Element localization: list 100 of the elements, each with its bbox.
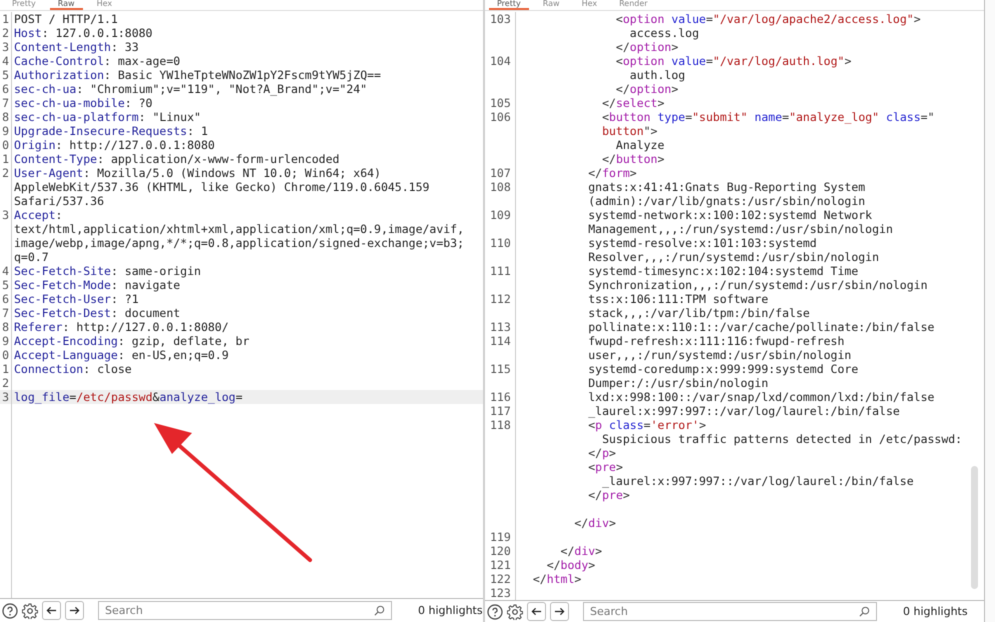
code-line: sec-ch-ua-mobile: ?0 [13,96,152,110]
code-line: Synchronization,,,:/run/systemd:/usr/sbin/nologin [587,278,928,292]
code-line: </option> [614,82,678,96]
line-number: 108 [490,180,511,194]
line-number: 3 [2,390,9,404]
line-number: 104 [490,54,511,68]
scrollbar-thumb[interactable] [971,466,978,589]
settings-icon[interactable] [507,604,523,620]
code-line: log_file=/etc/passwd&analyze_log= [13,390,243,404]
search-field[interactable]: Search [583,602,877,621]
tab[interactable]: Pretty [489,0,529,10]
code-line: Accept: [13,208,62,222]
tab[interactable]: Render [611,0,656,10]
help-icon[interactable] [487,604,503,620]
code-line: text/html,application/xhtml+xml,application/xml;q=0.9,image/avif, [13,222,464,236]
tab[interactable]: Pretty [4,0,44,10]
line-number: 120 [490,544,511,558]
tab[interactable]: Hex [574,0,606,10]
code-line: Sec-Fetch-Mode: navigate [13,278,180,292]
line-number: 1 [2,152,9,166]
code-line: Sec-Fetch-User: ?1 [13,292,139,306]
forward-button[interactable] [550,602,569,621]
code-line: Analyze [614,138,664,152]
forward-button[interactable] [65,601,84,620]
left-arrow-icon [46,605,57,616]
line-number: 4 [2,264,9,278]
line-number: 112 [490,292,511,306]
line-number: 111 [490,264,511,278]
line-number: 0 [2,348,9,362]
line-number: 106 [490,110,511,124]
line-number: 3 [2,208,9,222]
tab[interactable]: Hex [88,0,120,10]
line-number: 1 [2,362,9,376]
settings-icon[interactable] [22,602,38,618]
line-number: 0 [2,138,9,152]
code-line: Resolver,,,:/run/systemd:/usr/sbin/nologin [587,250,880,264]
code-line: </div> [560,544,602,558]
code-line: </button> [601,152,664,166]
line-number: 113 [490,320,511,334]
code-line: Upgrade-Insecure-Requests: 1 [13,124,208,138]
code-line: <p class='error'> [587,418,706,432]
code-line: Accept-Encoding: gzip, deflate, br [13,334,250,348]
right-arrow-icon [554,606,565,617]
code-line: </option> [614,40,678,54]
line-number: 121 [490,558,511,572]
code-line: Host: 127.0.0.1:8080 [13,26,152,40]
line-number: 8 [2,110,9,124]
line-number: 110 [490,236,511,250]
search-icon [374,605,385,616]
line-number: 8 [2,320,9,334]
line-number: 109 [490,208,511,222]
code-line: sec-ch-ua: "Chromium";v="119", "Not?A_Brand";v="24" [13,82,368,96]
tab[interactable]: Raw [534,0,568,10]
line-number: 123 [490,586,511,600]
code-line: lxd:x:998:100::/var/snap/lxd/common/lxd:/bin/false [587,390,934,404]
code-line: Safari/537.36 [13,194,104,208]
code-line: user,,,:/run/systemd:/usr/sbin/nologin [587,348,852,362]
line-number: 119 [490,530,511,544]
code-line: auth.log [628,68,686,82]
line-number: 1 [2,12,9,26]
code-line: Sec-Fetch-Site: same-origin [13,264,201,278]
code-line: </pre> [587,488,630,502]
code-line: Content-Type: application/x-www-form-urlencoded [13,152,340,166]
code-line: Accept-Language: en-US,en;q=0.9 [13,348,229,362]
code-line: <pre> [587,460,623,474]
code-line: Authorization: Basic YW1heTpteWNoZW1pY2Fscm9tYW5jZQ== [13,68,381,82]
line-number: 6 [2,82,9,96]
code-line: (admin):/var/lib/gnats:/usr/sbin/nologin [587,194,866,208]
code-line: </div> [573,516,616,530]
code-line: </p> [587,446,616,460]
code-line: Referer: http://127.0.0.1:8080/ [13,320,229,334]
search-icon [859,606,870,617]
code-line: systemd-coredump:x:999:999:systemd Core [587,362,858,376]
line-number: 116 [490,390,511,404]
code-line: </form> [587,166,637,180]
code-line: pollinate:x:110:1::/var/cache/pollinate:/bin/false [587,320,934,334]
code-line: Origin: http://127.0.0.1:8080 [13,138,215,152]
code-line: _laurel:x:997:997::/var/log/laurel:/bin/false [601,474,914,488]
code-line: _laurel:x:997:997::/var/log/laurel:/bin/false [587,404,900,418]
search-field[interactable]: Search [98,601,392,620]
line-number: 5 [2,278,9,292]
code-line: image/webp,image/apng,*/*;q=0.8,application/signed-exchange;v=b3; [13,236,464,250]
code-line: </html> [532,572,582,586]
line-number: 2 [2,166,9,180]
line-number: 115 [490,362,511,376]
code-line: <button type="submit" name="analyze_log" class=" [601,110,934,124]
code-line: User-Agent: Mozilla/5.0 (Windows NT 10.0; Win64; x64) [13,166,381,180]
code-line: q=0.7 [13,250,49,264]
code-line: fwupd-refresh:x:111:116:fwupd-refresh [587,334,844,348]
help-icon[interactable] [2,602,18,618]
tab[interactable]: Raw [50,0,83,10]
code-line: Suspicious traffic patterns detected in /etc/passwd: [601,432,962,446]
code-line: button"> [601,124,658,138]
highlights-count: 0 highlights [903,605,968,618]
back-button[interactable] [42,601,61,620]
back-button[interactable] [527,602,546,621]
code-line: POST / HTTP/1.1 [13,12,118,26]
code-line: Cache-Control: max-age=0 [13,54,180,68]
code-line: systemd-resolve:x:101:103:systemd [587,236,817,250]
line-number: 6 [2,292,9,306]
